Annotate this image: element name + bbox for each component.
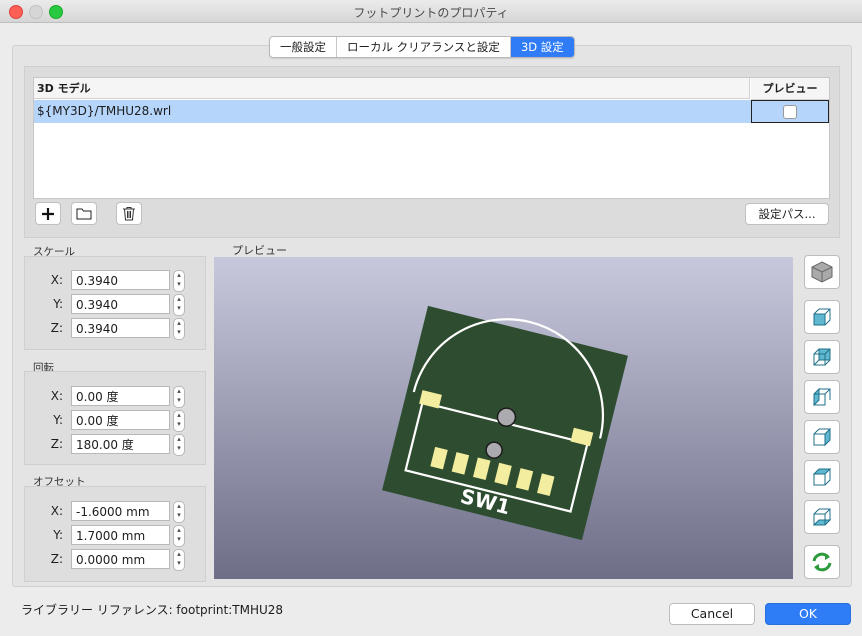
column-header-model: 3D モデル — [34, 78, 750, 99]
offset-x-stepper[interactable]: ▴ ▾ — [173, 501, 185, 523]
scale-y-label: Y: — [53, 297, 63, 311]
model-path[interactable]: ${MY3D}/TMHU28.wrl — [37, 104, 171, 118]
view-bottom-button[interactable] — [804, 500, 840, 534]
view-front-button[interactable] — [804, 300, 840, 334]
tab-3d-settings[interactable]: 3D 設定 — [510, 37, 574, 57]
offset-z-label: Z: — [50, 552, 63, 566]
scale-x-stepper[interactable]: ▴ ▾ — [173, 270, 185, 292]
models-table: 3D モデル プレビュー ${MY3D}/TMHU28.wrl — [33, 77, 830, 199]
view-top-button[interactable] — [804, 460, 840, 494]
3d-preview-canvas[interactable]: SW1 — [214, 257, 793, 579]
pcb-render: SW1 — [382, 305, 628, 541]
offset-y-stepper[interactable]: ▴ ▾ — [173, 525, 185, 547]
preview-cell[interactable] — [751, 100, 829, 123]
cube-iso-icon — [811, 261, 833, 283]
library-reference: ライブラリー リファレンス: footprint:TMHU28 — [21, 603, 284, 617]
scale-x-field[interactable]: 0.3940 — [71, 270, 170, 290]
view-iso-button[interactable] — [804, 255, 840, 289]
view-right-button[interactable] — [804, 420, 840, 454]
tab-clearance[interactable]: ローカル クリアランスと設定 — [337, 37, 511, 57]
rotation-y-label: Y: — [53, 413, 63, 427]
scale-z-field[interactable]: 0.3940 — [71, 318, 170, 338]
tab-general[interactable]: 一般設定 — [270, 37, 337, 57]
config-paths-button[interactable]: 設定パス... — [745, 203, 829, 225]
folder-icon — [76, 208, 92, 220]
rotation-z-label: Z: — [50, 437, 63, 451]
rotation-y-stepper[interactable]: ▴ ▾ — [173, 410, 185, 432]
browse-model-button[interactable] — [71, 202, 97, 225]
scale-y-stepper[interactable]: ▴ ▾ — [173, 294, 185, 316]
reload-icon — [812, 552, 832, 572]
rotation-x-label: X: — [50, 389, 63, 403]
scale-group: X: 0.3940 ▴ ▾ Y: 0.3940 ▴ ▾ Z: 0.3940 ▴ ▾ — [24, 256, 206, 350]
view-back-button[interactable] — [804, 340, 840, 374]
table-row[interactable]: ${MY3D}/TMHU28.wrl — [34, 100, 829, 123]
view-left-icon — [813, 387, 831, 407]
rotation-group: X: 0.00 度 ▴ ▾ Y: 0.00 度 ▴ ▾ Z: 180.00 度 ▴ ▾ — [24, 371, 206, 465]
offset-z-field[interactable]: 0.0000 mm — [71, 549, 170, 569]
add-model-button[interactable] — [35, 202, 61, 225]
offset-group: X: -1.6000 mm ▴ ▾ Y: 1.7000 mm ▴ ▾ Z: 0.00… — [24, 486, 206, 582]
view-front-icon — [813, 308, 831, 326]
plus-icon — [42, 207, 54, 220]
view-left-button[interactable] — [804, 380, 840, 414]
view-right-icon — [813, 427, 831, 447]
trash-icon — [123, 207, 135, 221]
column-header-preview: プレビュー — [751, 78, 829, 100]
offset-x-label: X: — [50, 504, 63, 518]
offset-z-stepper[interactable]: ▴ ▾ — [173, 549, 185, 571]
window-title: フットプリントのプロパティ — [353, 6, 509, 20]
offset-y-field[interactable]: 1.7000 mm — [71, 525, 170, 545]
reload-button[interactable] — [804, 545, 840, 579]
scale-y-field[interactable]: 0.3940 — [71, 294, 170, 314]
rotation-x-field[interactable]: 0.00 度 — [71, 386, 170, 406]
view-back-icon — [813, 348, 831, 366]
rotation-z-field[interactable]: 180.00 度 — [71, 434, 170, 454]
rotation-z-stepper[interactable]: ▴ ▾ — [173, 434, 185, 456]
scale-z-label: Z: — [50, 321, 63, 335]
scale-z-stepper[interactable]: ▴ ▾ — [173, 318, 185, 340]
ok-button[interactable]: OK — [765, 603, 851, 625]
view-bottom-icon — [812, 508, 832, 526]
cancel-button[interactable]: Cancel — [669, 603, 755, 625]
rotation-x-stepper[interactable]: ▴ ▾ — [173, 386, 185, 408]
view-top-icon — [812, 468, 832, 486]
rotation-y-field[interactable]: 0.00 度 — [71, 410, 170, 430]
delete-model-button[interactable] — [116, 202, 142, 225]
tab-bar: 一般設定 ローカル クリアランスと設定 3D 設定 — [269, 36, 575, 58]
scale-x-label: X: — [50, 273, 63, 287]
offset-y-label: Y: — [53, 528, 63, 542]
preview-checkbox[interactable] — [783, 105, 797, 119]
title-bar: フットプリントのプロパティ — [0, 0, 862, 23]
preview-label: プレビュー — [232, 244, 287, 257]
offset-x-field[interactable]: -1.6000 mm — [71, 501, 170, 521]
